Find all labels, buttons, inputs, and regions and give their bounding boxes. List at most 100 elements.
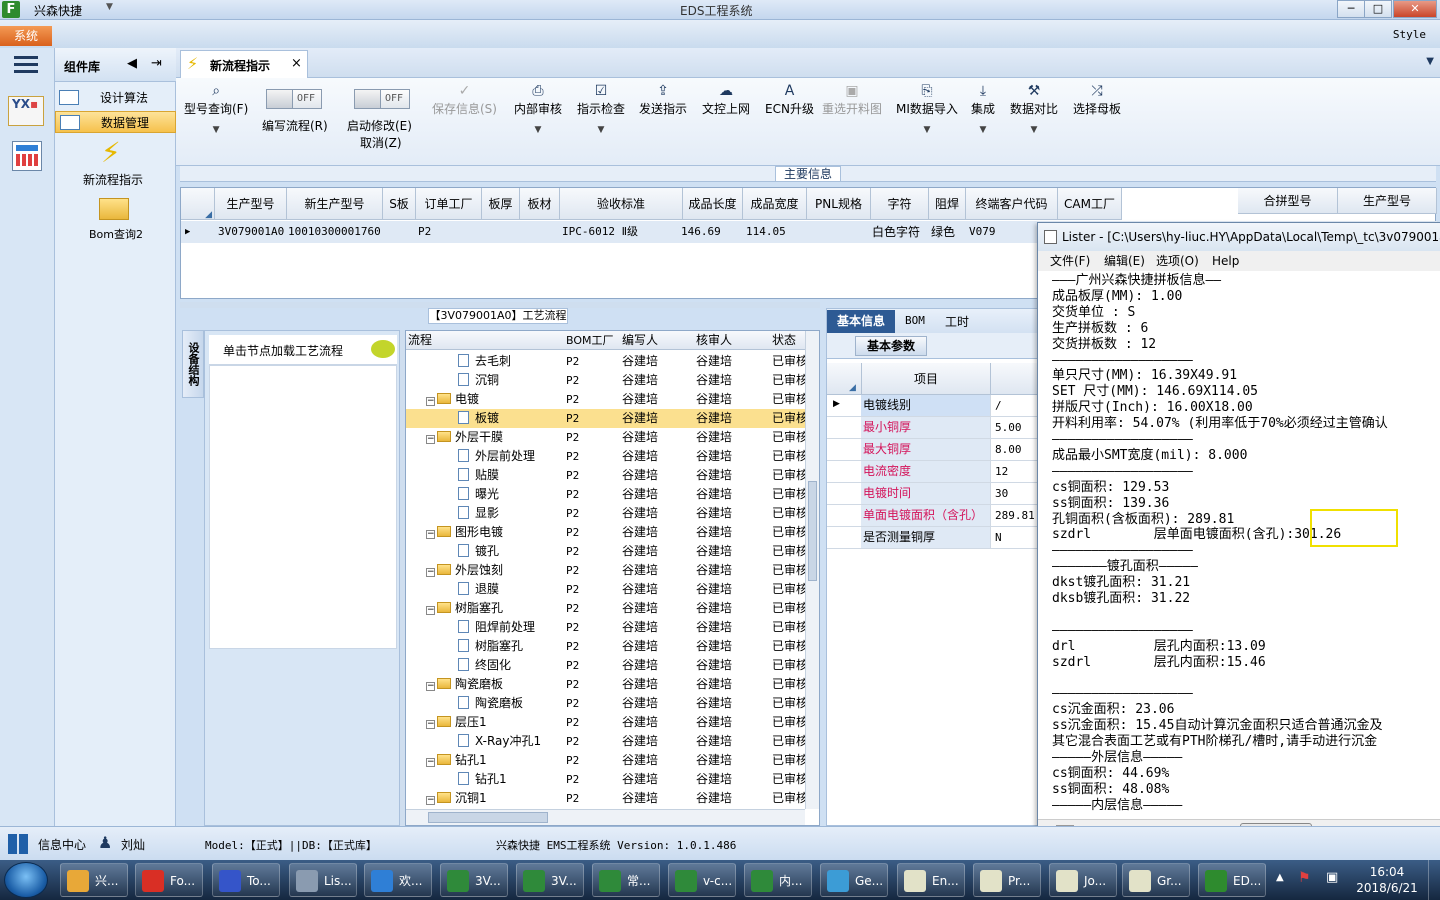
tree-row[interactable]: − 外层蚀刻 P2 谷建培 谷建培 已审核: [406, 561, 806, 580]
system-tab[interactable]: 系统: [0, 26, 52, 46]
info-center-label[interactable]: 信息中心: [38, 836, 86, 853]
param-row[interactable]: 单面电镀面积（含孔） 289.81: [827, 505, 1037, 527]
menu-options[interactable]: 选项(O): [1156, 251, 1199, 271]
taskbar-item[interactable]: Ge...: [820, 863, 888, 897]
collapse-icon[interactable]: −: [426, 796, 435, 805]
tab-new-flow-instruction[interactable]: ⚡ 新流程指示 ×: [180, 50, 308, 78]
tree-row[interactable]: 阻焊前处理 P2 谷建培 谷建培 已审核: [406, 618, 806, 637]
tree-row[interactable]: − 陶瓷磨板 P2 谷建培 谷建培 已审核: [406, 675, 806, 694]
tree-row[interactable]: − 钻孔1 P2 谷建培 谷建培 已审核: [406, 751, 806, 770]
column-header[interactable]: 生产型号: [215, 188, 287, 220]
tree-row[interactable]: 镀孔 P2 谷建培 谷建培 已审核: [406, 542, 806, 561]
edit-flow-toggle[interactable]: OFF: [266, 89, 322, 109]
tab-close-icon[interactable]: ×: [291, 56, 302, 71]
taskbar-item[interactable]: 3V...: [440, 863, 508, 897]
tree-row[interactable]: 去毛刺 P2 谷建培 谷建培 已审核: [406, 352, 806, 371]
column-header[interactable]: 项目: [861, 363, 991, 395]
tab-bom[interactable]: BOM: [905, 314, 925, 327]
column-header[interactable]: 合拼型号: [1238, 188, 1338, 214]
column-header[interactable]: PNL规格: [807, 188, 871, 220]
instruction-check-button[interactable]: ☑ 指示检查 ▼: [577, 78, 625, 135]
tree-vertical-scrollbar[interactable]: [805, 331, 819, 809]
column-header[interactable]: 状态: [772, 331, 796, 350]
data-compare-button[interactable]: ⚒ 数据对比 ▼: [1010, 78, 1058, 135]
param-row[interactable]: 电镀时间 30: [827, 483, 1037, 505]
tab-basic-params[interactable]: 基本参数: [855, 336, 927, 356]
taskbar-item[interactable]: 兴...: [60, 863, 128, 897]
device-structure-side-tab[interactable]: 设备结构: [182, 330, 204, 398]
menu-edit[interactable]: 编辑(E): [1104, 251, 1145, 271]
column-header[interactable]: 订单工厂: [416, 188, 482, 220]
column-header[interactable]: 板厚: [482, 188, 520, 220]
column-header[interactable]: 阻焊: [929, 188, 966, 220]
start-modify-toggle[interactable]: OFF: [354, 89, 410, 109]
taskbar-item[interactable]: To...: [212, 863, 280, 897]
tree-row[interactable]: 贴膜 P2 谷建培 谷建培 已审核: [406, 466, 806, 485]
tree-row[interactable]: 板镀 P2 谷建培 谷建培 已审核: [406, 409, 806, 428]
clock[interactable]: 16:04 2018/6/21: [1352, 864, 1422, 896]
tree-row[interactable]: 外层前处理 P2 谷建培 谷建培 已审核: [406, 447, 806, 466]
taskbar-item[interactable]: En...: [897, 863, 965, 897]
select-mother-board-button[interactable]: ⤮ 选择母板: [1073, 78, 1121, 117]
network-icon[interactable]: ▣: [1326, 870, 1338, 885]
integrate-button[interactable]: ⤓ 集成 ▼: [971, 78, 995, 135]
type-query-button[interactable]: ⌕ 型号查询(F) ▼: [184, 78, 248, 135]
tree-row[interactable]: − 树脂塞孔 P2 谷建培 谷建培 已审核: [406, 599, 806, 618]
menu-file[interactable]: 文件(F): [1050, 251, 1090, 271]
column-header[interactable]: 流程: [408, 331, 432, 350]
param-value[interactable]: 8.00: [995, 439, 1022, 460]
taskbar-item[interactable]: ED...: [1198, 863, 1266, 897]
param-row[interactable]: 最小铜厚 5.00: [827, 417, 1037, 439]
collapse-icon[interactable]: −: [426, 397, 435, 406]
param-row[interactable]: 电流密度 12: [827, 461, 1037, 483]
column-header[interactable]: S板: [383, 188, 416, 220]
tree-row[interactable]: 曝光 P2 谷建培 谷建培 已审核: [406, 485, 806, 504]
param-row[interactable]: 最大铜厚 8.00: [827, 439, 1037, 461]
ecn-upgrade-button[interactable]: A ECN升级: [765, 78, 814, 117]
folder-icon[interactable]: [99, 198, 129, 220]
taskbar-item[interactable]: Gr...: [1122, 863, 1190, 897]
tree-row[interactable]: − 图形电镀 P2 谷建培 谷建培 已审核: [406, 523, 806, 542]
tree-row[interactable]: 终固化 P2 谷建培 谷建培 已审核: [406, 656, 806, 675]
column-header[interactable]: 验收标准: [560, 188, 683, 220]
param-row[interactable]: ▶ 电镀线别 /: [827, 395, 1037, 417]
show-hidden-icons[interactable]: ▲: [1276, 872, 1284, 883]
param-value[interactable]: 30: [995, 483, 1008, 504]
column-header[interactable]: 生产型号: [1338, 188, 1437, 214]
calculator-module-icon[interactable]: [12, 141, 42, 171]
pin-icon[interactable]: ⇥: [151, 56, 162, 71]
collapse-icon[interactable]: −: [426, 530, 435, 539]
hamburger-menu-icon[interactable]: [14, 56, 38, 74]
tree-horizontal-scrollbar[interactable]: [406, 809, 805, 825]
style-menu[interactable]: Style: [1393, 28, 1426, 41]
taskbar-item[interactable]: Fo...: [135, 863, 203, 897]
collapse-icon[interactable]: −: [426, 435, 435, 444]
collapse-icon[interactable]: −: [426, 758, 435, 767]
collapse-icon[interactable]: −: [426, 682, 435, 691]
column-header[interactable]: 终端客户代码: [966, 188, 1058, 220]
mi-import-button[interactable]: ⎘ MI数据导入 ▼: [896, 78, 958, 135]
tree-row[interactable]: 陶瓷磨板 P2 谷建培 谷建培 已审核: [406, 694, 806, 713]
tree-row[interactable]: 显影 P2 谷建培 谷建培 已审核: [406, 504, 806, 523]
yx-module-icon[interactable]: YX▪: [8, 96, 44, 126]
tree-row[interactable]: 钻孔1 P2 谷建培 谷建培 已审核: [406, 770, 806, 789]
tree-row[interactable]: 沉铜 P2 谷建培 谷建培 已审核: [406, 371, 806, 390]
internal-review-button[interactable]: ⎙ 内部审核 ▼: [514, 78, 562, 135]
tray-app-icon[interactable]: ⚑: [1298, 870, 1311, 886]
param-value[interactable]: 289.81: [995, 505, 1035, 526]
taskbar-item[interactable]: Pr...: [973, 863, 1041, 897]
new-flow-instruction-item[interactable]: 新流程指示: [83, 171, 143, 188]
tree-row[interactable]: − 沉铜1 P2 谷建培 谷建培 已审核: [406, 789, 806, 808]
doc-upload-button[interactable]: ☁ 文控上网: [702, 78, 750, 117]
send-instruction-button[interactable]: ⇪ 发送指示: [639, 78, 687, 117]
show-desktop-button[interactable]: [1428, 860, 1440, 900]
taskbar-item[interactable]: 常...: [592, 863, 660, 897]
taskbar-item[interactable]: 3V...: [516, 863, 584, 897]
param-value[interactable]: /: [995, 395, 1002, 416]
tab-basic-info[interactable]: 基本信息: [827, 310, 895, 333]
column-header[interactable]: CAM工厂: [1058, 188, 1122, 220]
lightning-icon[interactable]: ⚡: [101, 138, 121, 168]
taskbar-item[interactable]: Lis...: [289, 863, 357, 897]
nav-item-data-management[interactable]: 数据管理: [55, 111, 176, 133]
column-header[interactable]: 核审人: [696, 331, 732, 350]
